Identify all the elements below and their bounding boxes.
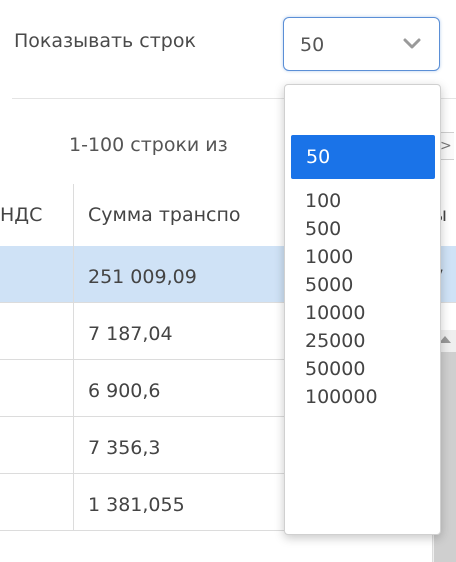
table-cell	[0, 303, 74, 360]
table-cell	[0, 246, 74, 303]
rows-per-page-label: Показывать строк	[14, 30, 196, 52]
dropdown-option-500[interactable]: 500	[285, 215, 440, 243]
rows-per-page-dropdown: 50 100 500 1000 5000 10000 25000 50000 1…	[284, 84, 441, 535]
rows-per-page-value: 50	[300, 34, 325, 56]
table-cell	[0, 360, 74, 417]
chevron-down-icon	[403, 38, 421, 49]
pagination-info: 1-100 строки из	[69, 134, 228, 156]
dropdown-option-10000[interactable]: 10000	[285, 299, 440, 327]
dropdown-option-5000[interactable]: 5000	[285, 271, 440, 299]
column-header-vat[interactable]: НДС	[0, 184, 74, 246]
dropdown-option-100000[interactable]: 100000	[285, 383, 440, 411]
dropdown-option-25000[interactable]: 25000	[285, 327, 440, 355]
dropdown-option-1000[interactable]: 1000	[285, 243, 440, 271]
dropdown-option-50[interactable]: 50	[291, 135, 435, 179]
rows-per-page-select[interactable]: 50	[283, 17, 440, 71]
table-cell	[0, 474, 74, 531]
table-cell	[0, 417, 74, 474]
dropdown-option-100[interactable]: 100	[285, 187, 440, 215]
dropdown-option-50000[interactable]: 50000	[285, 355, 440, 383]
